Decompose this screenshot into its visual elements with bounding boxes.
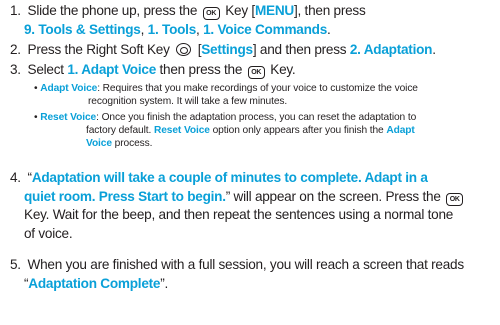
step-1: 1. Slide the phone up, press the OK Key … — [10, 3, 366, 37]
step-4: 4. “Adaptation will take a couple of min… — [10, 169, 496, 243]
bullet-adapt-voice: • Adapt Voice: Requires that you make re… — [34, 83, 418, 107]
step-3: 3. Select 1. Adapt Voice then press the … — [10, 61, 496, 80]
menu-label: MENU — [254, 3, 294, 18]
voice-commands-label: 1. Voice Commands — [203, 21, 328, 37]
step-number: 2. — [10, 42, 21, 57]
adaptation-complete-label: Adaptation Complete — [28, 275, 161, 291]
adaptation-message-line-1: Adaptation will take a couple of minutes… — [31, 170, 428, 185]
tools-settings-label: 9. Tools & Settings — [24, 21, 141, 37]
reset-voice-ref: Reset Voice — [153, 125, 210, 136]
ok-key-icon: OK — [446, 192, 464, 206]
step-number: 4. — [10, 170, 21, 185]
reset-voice-term: Reset Voice — [40, 112, 97, 123]
adapt-voice-label: 1. Adapt Voice — [67, 62, 156, 77]
ok-key-icon: OK — [247, 66, 265, 79]
adaptation-message-line-2: quiet room. Press Start to begin. — [24, 188, 226, 204]
settings-label: Settings — [201, 42, 253, 57]
step-number: 3. — [10, 62, 21, 77]
step-2: 2. Press the Right Soft Key [Settings] a… — [10, 41, 496, 60]
bullet-reset-voice: • Reset Voice: Once you finish the adapt… — [34, 112, 417, 149]
step-number: 5. — [10, 257, 21, 272]
adapt-voice-term: Adapt Voice — [40, 83, 98, 94]
instructions-page: 1. Slide the phone up, press the OK Key … — [0, 0, 500, 325]
ok-key-icon: OK — [202, 7, 220, 20]
step-5: 5. When you are finished with a full ses… — [10, 257, 464, 291]
step-number: 1. — [10, 3, 21, 18]
adapt-voice-ref: Adapt — [386, 125, 415, 136]
adaptation-label: 2. Adaptation — [349, 42, 433, 57]
right-soft-key-icon — [176, 43, 192, 56]
tools-label: 1. Tools — [147, 21, 197, 37]
